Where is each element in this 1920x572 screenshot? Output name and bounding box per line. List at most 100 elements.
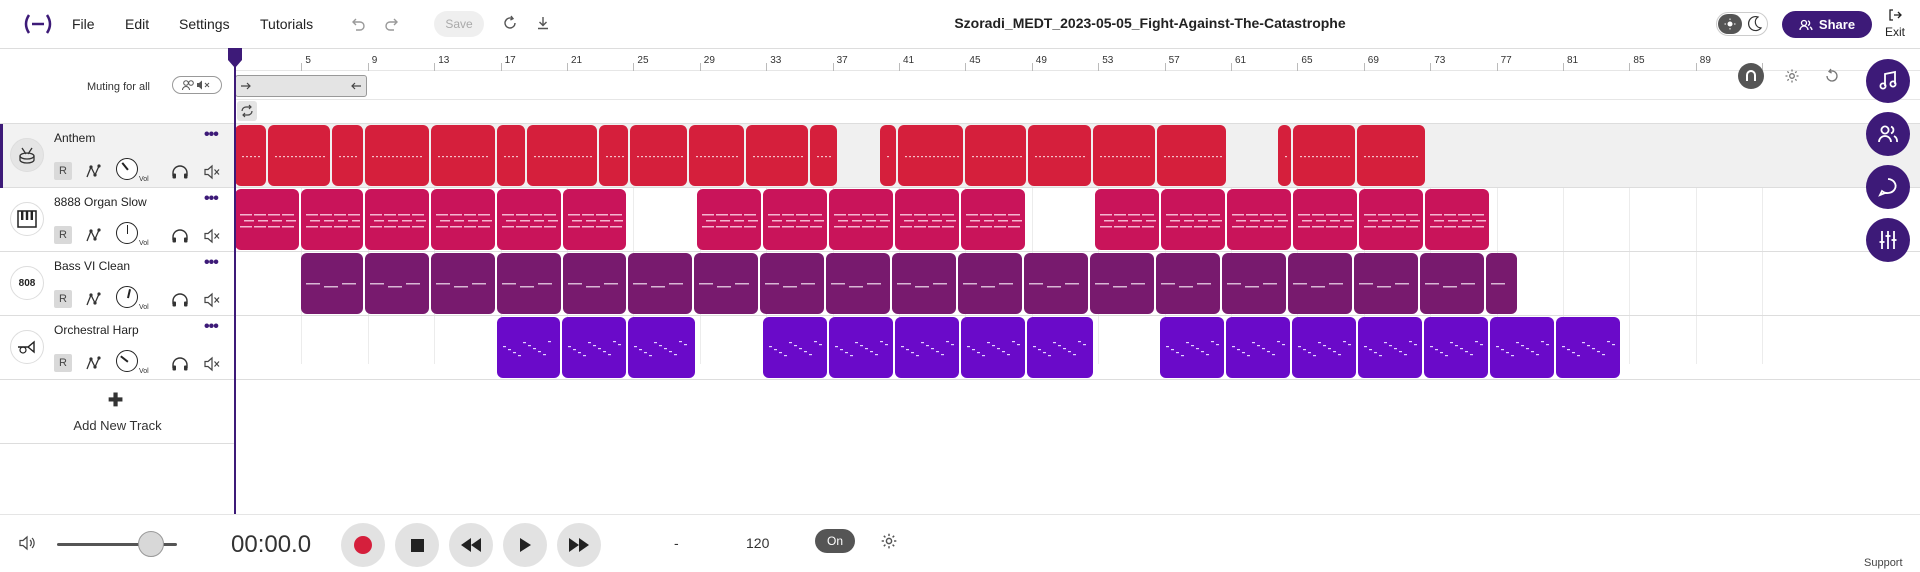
record-arm-button[interactable]: R: [54, 226, 72, 244]
collaborators-button[interactable]: [1866, 112, 1910, 156]
share-button[interactable]: Share: [1782, 11, 1872, 38]
audio-clip[interactable]: [1293, 125, 1355, 186]
ruler-bar-numbers[interactable]: 5 9 13 17 21 25 29 33 37 41 45 49 53 57 61 65 69 73 77 81 85…: [235, 49, 1920, 71]
audio-clip[interactable]: [1354, 253, 1418, 314]
speaker-icon[interactable]: [18, 535, 36, 556]
more-options-icon[interactable]: •••: [204, 126, 219, 144]
mute-icon[interactable]: [202, 290, 222, 310]
mute-icon[interactable]: [202, 354, 222, 374]
volume-knob[interactable]: [116, 350, 138, 372]
audio-clip[interactable]: [895, 189, 959, 250]
rotate-icon[interactable]: [1819, 63, 1845, 89]
record-button[interactable]: [341, 523, 385, 567]
metronome-settings-gear-icon[interactable]: [880, 532, 898, 555]
track-name[interactable]: Orchestral Harp: [54, 323, 139, 337]
audio-clip[interactable]: [1486, 253, 1517, 314]
808-icon[interactable]: 808: [10, 266, 44, 300]
more-options-icon[interactable]: •••: [204, 190, 219, 208]
audio-clip[interactable]: [301, 253, 363, 314]
track-header[interactable]: 8888 Organ Slow ••• R Vol: [0, 188, 235, 252]
audio-clip[interactable]: [1556, 317, 1620, 378]
audio-clip[interactable]: [1278, 125, 1291, 186]
audio-clip[interactable]: [235, 189, 299, 250]
audio-clip[interactable]: [898, 125, 963, 186]
timeline-ruler[interactable]: 5 9 13 17 21 25 29 33 37 41 45 49 53 57 61 65 69 73 77 81 85…: [235, 48, 1920, 124]
menu-settings[interactable]: Settings: [179, 16, 230, 32]
bpm-value[interactable]: 120: [746, 535, 769, 551]
drum-icon[interactable]: [10, 138, 44, 172]
audio-clip[interactable]: [763, 317, 827, 378]
mute-all-toggle[interactable]: [172, 76, 222, 94]
audio-clip[interactable]: [1293, 189, 1357, 250]
record-arm-button[interactable]: R: [54, 290, 72, 308]
audio-clip[interactable]: [1027, 317, 1093, 378]
audio-clip[interactable]: [965, 125, 1026, 186]
redo-icon[interactable]: [382, 14, 402, 34]
audio-clip[interactable]: [497, 189, 561, 250]
audio-clip[interactable]: [1024, 253, 1088, 314]
master-volume-thumb[interactable]: [137, 531, 164, 557]
fast-forward-button[interactable]: [557, 523, 601, 567]
headphones-icon[interactable]: [170, 290, 190, 310]
menu-edit[interactable]: Edit: [125, 16, 149, 32]
audio-clip[interactable]: [746, 125, 808, 186]
audio-clip[interactable]: [431, 253, 495, 314]
record-arm-button[interactable]: R: [54, 162, 72, 180]
audio-clip[interactable]: [563, 189, 626, 250]
headphones-icon[interactable]: [170, 354, 190, 374]
headphones-icon[interactable]: [170, 162, 190, 182]
track-lane[interactable]: [235, 316, 1920, 380]
support-link[interactable]: Support: [1864, 557, 1903, 569]
audio-clip[interactable]: [697, 189, 761, 250]
audio-clip[interactable]: [365, 125, 429, 186]
audio-clip[interactable]: [365, 253, 429, 314]
audio-clip[interactable]: [1490, 317, 1554, 378]
audio-clip[interactable]: [332, 125, 363, 186]
audio-clip[interactable]: [630, 125, 687, 186]
volume-knob[interactable]: [116, 158, 138, 180]
track-header[interactable]: Anthem ••• R Vol: [0, 124, 235, 188]
volume-knob[interactable]: [116, 286, 138, 308]
audio-clip[interactable]: [1425, 189, 1489, 250]
audio-clip[interactable]: [1161, 189, 1225, 250]
audio-clip[interactable]: [1420, 253, 1484, 314]
settings-gear-icon[interactable]: [1779, 63, 1805, 89]
track-lane[interactable]: [235, 188, 1920, 252]
audio-clip[interactable]: [961, 317, 1025, 378]
play-button[interactable]: [503, 523, 547, 567]
audio-clip[interactable]: [689, 125, 744, 186]
audio-clip[interactable]: [892, 253, 956, 314]
audio-clip[interactable]: [1288, 253, 1352, 314]
mute-icon[interactable]: [202, 162, 222, 182]
metronome-toggle[interactable]: On: [815, 529, 855, 553]
audio-clip[interactable]: [829, 317, 893, 378]
audio-clip[interactable]: [628, 253, 692, 314]
audio-clip[interactable]: [1093, 125, 1155, 186]
mute-icon[interactable]: [202, 226, 222, 246]
audio-clip[interactable]: [763, 189, 827, 250]
audio-clip[interactable]: [1095, 189, 1159, 250]
record-arm-button[interactable]: R: [54, 354, 72, 372]
automation-icon[interactable]: [84, 226, 104, 246]
save-button[interactable]: Save: [434, 11, 484, 37]
sounds-browser-button[interactable]: [1866, 59, 1910, 103]
app-logo[interactable]: [22, 12, 54, 36]
chat-button[interactable]: [1866, 165, 1910, 209]
add-new-track-button[interactable]: ✚ Add New Track: [0, 380, 235, 444]
audio-clip[interactable]: [1357, 125, 1425, 186]
track-lane[interactable]: [235, 124, 1920, 188]
track-name[interactable]: Anthem: [54, 131, 95, 145]
theme-toggle[interactable]: [1716, 12, 1768, 36]
audio-clip[interactable]: [562, 317, 626, 378]
playhead[interactable]: [234, 48, 236, 514]
track-lanes[interactable]: [235, 124, 1920, 514]
audio-clip[interactable]: [497, 125, 525, 186]
audio-clip[interactable]: [1359, 189, 1423, 250]
audio-clip[interactable]: [961, 189, 1025, 250]
exit-button[interactable]: Exit: [1880, 8, 1910, 39]
trumpet-icon[interactable]: [10, 330, 44, 364]
key-signature[interactable]: -: [674, 535, 679, 551]
audio-clip[interactable]: [431, 125, 495, 186]
snap-magnet-icon[interactable]: [1738, 63, 1764, 89]
track-name[interactable]: Bass VI Clean: [54, 259, 130, 273]
